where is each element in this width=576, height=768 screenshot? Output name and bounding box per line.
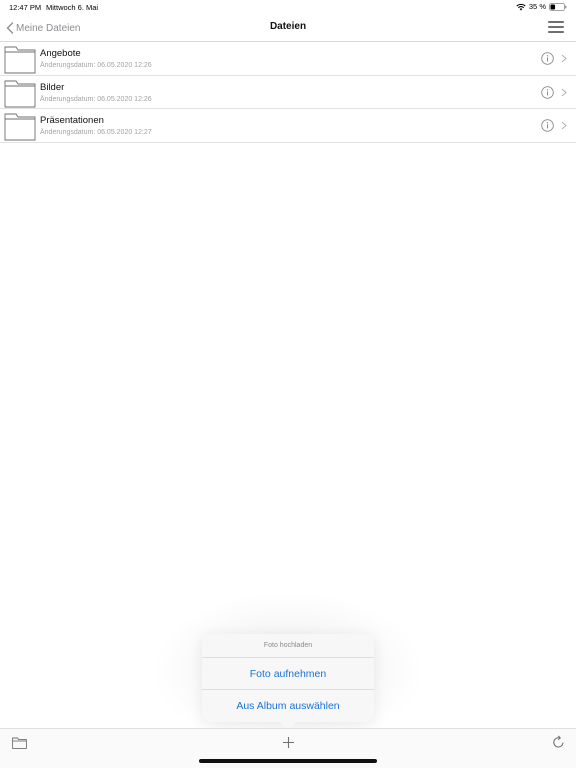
menu-icon-line [548, 31, 564, 33]
folder-icon [4, 113, 36, 141]
battery-percent: 35 % [528, 2, 546, 11]
wifi-icon [516, 3, 526, 10]
status-right: 35 % [516, 2, 567, 11]
page-title: Dateien [269, 21, 307, 32]
list-item[interactable]: Präsentationen Änderungsdatum: 06.05.202… [0, 109, 576, 144]
battery-icon [549, 2, 567, 11]
file-modified-date: Änderungsdatum: 06.05.2020 12:26 [40, 95, 152, 103]
folder-icon [4, 46, 36, 74]
chevron-right-icon [561, 88, 567, 97]
navigation-bar: Meine Dateien Dateien [0, 14, 576, 42]
menu-icon-line [548, 26, 564, 28]
menu-button[interactable] [548, 21, 564, 34]
take-photo-button[interactable]: Foto aufnehmen [202, 658, 374, 690]
file-list: Angebote Änderungsdatum: 06.05.2020 12:2… [0, 42, 576, 144]
chevron-right-icon [561, 121, 567, 130]
photo-upload-popover: Foto hochladen Foto aufnehmen Aus Album … [202, 634, 374, 731]
menu-icon-line [548, 21, 564, 23]
status-date: Mittwoch 6. Mai [46, 3, 99, 12]
file-modified-date: Änderungsdatum: 06.05.2020 12:26 [40, 62, 152, 69]
popover-title: Foto hochladen [202, 634, 374, 658]
list-item[interactable]: Angebote Änderungsdatum: 06.05.2020 12:2… [0, 42, 576, 76]
file-modified-date: Änderungsdatum: 06.05.2020 12:27 [40, 129, 152, 137]
file-name: Bilder [40, 81, 65, 93]
list-item[interactable]: Bilder Änderungsdatum: 06.05.2020 12:26 [0, 76, 576, 110]
chevron-right-icon [561, 54, 567, 63]
file-name: Präsentationen [40, 115, 104, 127]
folder-icon [4, 80, 36, 108]
refresh-icon[interactable] [552, 735, 565, 749]
status-time: 12:47 PM [9, 3, 42, 12]
plus-icon[interactable] [282, 736, 295, 749]
info-icon[interactable] [541, 85, 554, 99]
file-name: Angebote [40, 48, 81, 59]
home-indicator [199, 759, 377, 763]
app-screen: 12:47 PM Mittwoch 6. Mai 35 % Meine Date… [0, 0, 576, 768]
folder-icon[interactable] [12, 737, 27, 749]
status-bar: 12:47 PM Mittwoch 6. Mai 35 % [0, 0, 576, 14]
info-icon[interactable] [541, 52, 554, 65]
info-icon[interactable] [541, 119, 554, 133]
